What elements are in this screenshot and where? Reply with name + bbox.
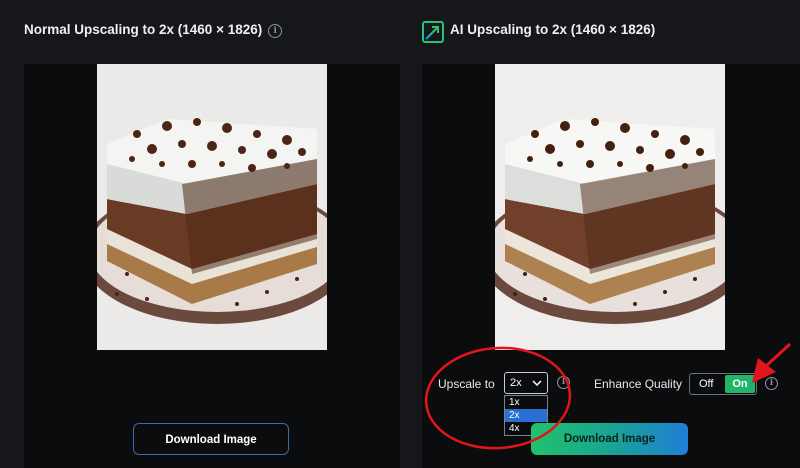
normal-upscaling-title: Normal Upscaling to 2x (1460 × 1826) i xyxy=(24,22,283,38)
upscale-option-2x[interactable]: 2x xyxy=(505,409,547,422)
ai-upscaling-preview xyxy=(422,64,800,468)
ai-upscale-icon xyxy=(422,21,444,43)
toggle-off-option[interactable]: Off xyxy=(699,374,713,394)
normal-upscaling-title-text: Normal Upscaling to 2x (1460 × 1826) xyxy=(24,22,263,37)
enhance-quality-label: Enhance Quality xyxy=(594,377,683,391)
normal-upscaling-preview: Download Image xyxy=(24,64,400,468)
download-image-button-normal[interactable]: Download Image xyxy=(133,423,289,455)
download-image-button-ai[interactable]: Download Image xyxy=(531,423,688,455)
enhance-quality-toggle[interactable]: Off On xyxy=(689,373,757,395)
info-icon[interactable]: i xyxy=(268,24,283,38)
normal-upscaling-panel: Normal Upscaling to 2x (1460 × 1826) i D… xyxy=(0,0,408,468)
upscale-to-label: Upscale to xyxy=(438,377,495,391)
toggle-on-option[interactable]: On xyxy=(725,375,755,393)
info-icon[interactable]: i xyxy=(765,377,778,390)
cake-image-ai xyxy=(495,64,725,350)
info-icon[interactable]: i xyxy=(557,376,570,389)
ai-upscaling-title-text: AI Upscaling to 2x (1460 × 1826) xyxy=(450,22,656,37)
upscale-select-value: 2x xyxy=(510,377,522,389)
upscale-option-1x[interactable]: 1x xyxy=(505,396,547,409)
chevron-down-icon xyxy=(532,380,542,387)
cake-image-normal xyxy=(97,64,327,350)
ai-upscaling-title: AI Upscaling to 2x (1460 × 1826) xyxy=(450,22,655,37)
ai-upscaling-panel: AI Upscaling to 2x (1460 × 1826) Upscale… xyxy=(408,0,800,468)
upscale-select[interactable]: 2x xyxy=(504,372,548,394)
